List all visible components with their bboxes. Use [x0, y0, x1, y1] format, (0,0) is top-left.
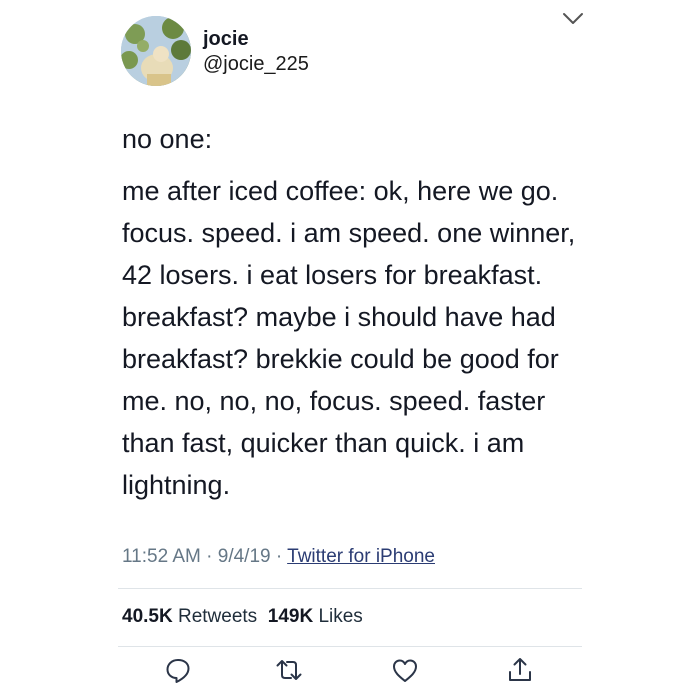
- avatar-image: [121, 16, 191, 86]
- meta-separator: ·: [206, 546, 213, 567]
- likes-label: Likes: [318, 606, 363, 627]
- divider: [118, 588, 582, 589]
- likes-count: 149K: [267, 606, 314, 627]
- retweets-label: Retweets: [177, 606, 258, 627]
- tweet-time: 11:52 AM: [122, 546, 201, 567]
- tweet-text: me after iced coffee: ok, here we go. fo…: [122, 176, 576, 500]
- tweet-date: 9/4/19: [217, 546, 271, 567]
- avatar[interactable]: [121, 16, 191, 86]
- retweets-stat[interactable]: 40.5K Retweets: [122, 606, 257, 627]
- tweet-stats: 40.5K Retweets 149K Likes: [122, 606, 363, 628]
- tweet-card: jocie @jocie_225 no one: me after iced c…: [0, 0, 700, 700]
- share-icon[interactable]: [505, 655, 535, 685]
- retweets-count: 40.5K: [122, 606, 173, 627]
- user-name[interactable]: jocie: [203, 28, 249, 51]
- reply-icon[interactable]: [163, 655, 193, 685]
- heart-icon[interactable]: [390, 655, 420, 685]
- likes-stat[interactable]: 149K Likes: [268, 606, 363, 627]
- tweet-intro-line: no one:: [122, 124, 213, 154]
- retweet-icon[interactable]: [274, 655, 304, 685]
- tweet-meta: 11:52 AM · 9/4/19 · Twitter for iPhone: [122, 546, 435, 568]
- meta-separator: ·: [275, 546, 283, 567]
- chevron-down-icon[interactable]: [560, 8, 586, 28]
- divider: [118, 646, 582, 647]
- tweet-body: no one: me after iced coffee: ok, here w…: [122, 118, 602, 506]
- user-handle[interactable]: @jocie_225: [203, 53, 309, 76]
- action-bar: [160, 655, 540, 689]
- tweet-source-link[interactable]: Twitter for iPhone: [287, 546, 435, 567]
